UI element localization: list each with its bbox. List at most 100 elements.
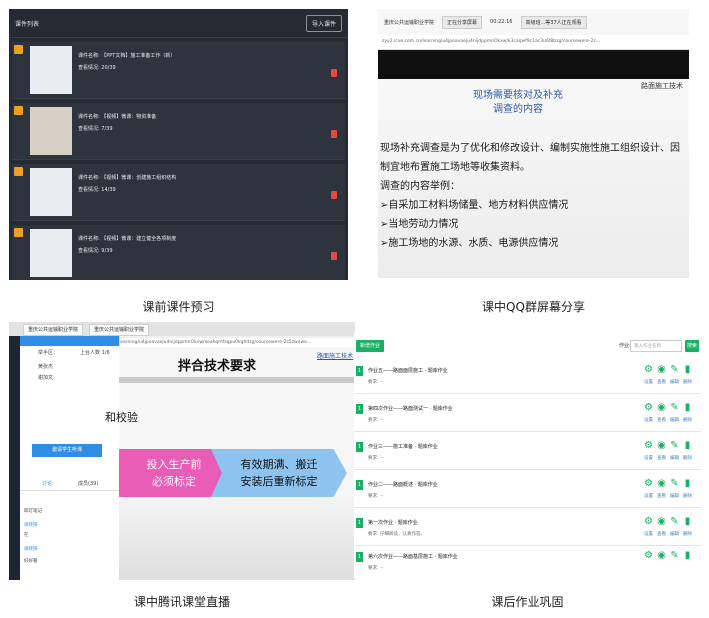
browser-tab[interactable]: 重庆公共运输职业学院 bbox=[23, 324, 84, 336]
settings-link[interactable]: 设置 bbox=[644, 379, 653, 385]
view-icon[interactable]: ◉ bbox=[657, 441, 666, 451]
import-courseware-button[interactable]: 导入课件 bbox=[305, 14, 342, 32]
edit-icon[interactable]: ✎ bbox=[670, 551, 679, 561]
view-icon[interactable]: ◉ bbox=[657, 517, 666, 527]
homework-requirement: 要求: -- bbox=[368, 380, 384, 385]
gear-icon[interactable]: ⚙ bbox=[644, 403, 653, 413]
courseware-item[interactable]: 课件名称: 【视频】微课：建立健全各项制度 查看情况: 9/39 bbox=[12, 225, 345, 280]
share-status[interactable]: 正在分享屏幕 bbox=[442, 15, 483, 29]
view-icon[interactable]: ◉ bbox=[657, 479, 666, 489]
address-bar[interactable]: learning/u4jpoavaeju4nijdppmnOkxw/xeahqm… bbox=[119, 338, 355, 347]
share-toolbar: 重庆公共运输职业学院 正在分享屏幕 00:22:16 高级班...等37人正在观… bbox=[378, 9, 689, 35]
settings-link[interactable]: 设置 bbox=[644, 493, 653, 499]
chat-message: 在 bbox=[24, 533, 29, 538]
status-badge bbox=[14, 45, 23, 54]
slide-divider bbox=[119, 377, 355, 383]
invite-student-button[interactable]: 邀请学生听课 bbox=[32, 444, 102, 457]
tab-members[interactable]: 成员(39) bbox=[78, 480, 98, 487]
trash-icon[interactable] bbox=[331, 252, 337, 260]
view-icon[interactable]: ◉ bbox=[657, 403, 666, 413]
trash-icon[interactable] bbox=[331, 69, 337, 77]
view-progress: 查看情况: 14/39 bbox=[78, 187, 116, 193]
view-icon[interactable]: ◉ bbox=[657, 365, 666, 375]
homework-name[interactable]: 作业二——路面概述 · 题库作业 bbox=[368, 481, 438, 488]
share-timer: 00:22:16 bbox=[490, 19, 513, 25]
search-input[interactable]: 输入作业名称 bbox=[630, 340, 682, 352]
homework-name[interactable]: 第六次作业——路面基层施工 · 题库作业 bbox=[368, 553, 458, 560]
homework-name[interactable]: 作业三——施工准备 · 题库作业 bbox=[368, 443, 438, 450]
delete-link[interactable]: 删除 bbox=[683, 379, 692, 385]
browser-tab[interactable]: 重庆公共运输职业学院 bbox=[89, 324, 150, 336]
edit-icon[interactable]: ✎ bbox=[670, 517, 679, 527]
delete-link[interactable]: 删除 bbox=[683, 417, 692, 423]
caption-homework: 课后作业巩固 bbox=[491, 595, 564, 609]
edit-link[interactable]: 编辑 bbox=[670, 455, 679, 461]
homework-toolbar: 新增作业 作业: 输入作业名称 搜索 bbox=[354, 333, 701, 355]
edit-icon[interactable]: ✎ bbox=[670, 479, 679, 489]
homework-name[interactable]: 第四次作业——路面测试一 · 题库作业 bbox=[368, 405, 453, 412]
trash-icon[interactable]: ▮ bbox=[683, 479, 692, 489]
homework-requirement: 要求: -- bbox=[368, 456, 384, 461]
arrow-text: 投入生产前 bbox=[146, 458, 202, 471]
homework-row: 1 作业三——施工准备 · 题库作业 要求: -- ⚙ ◉ ✎ ▮ 设置 查看 … bbox=[354, 439, 701, 470]
row-index: 1 bbox=[356, 404, 363, 414]
edit-link[interactable]: 编辑 bbox=[670, 493, 679, 499]
courseware-name: 课件名称: 【视频】微课：物资准备 bbox=[78, 114, 157, 120]
trash-icon[interactable]: ▮ bbox=[683, 403, 692, 413]
homework-panel: 新增作业 作业: 输入作业名称 搜索 1 作业五——路面面层施工 · 题库作业 … bbox=[354, 333, 701, 579]
view-link[interactable]: 查看 bbox=[657, 379, 666, 385]
trash-icon[interactable]: ▮ bbox=[683, 365, 692, 375]
homework-name[interactable]: 第一次作业 · 题库作业 bbox=[368, 519, 418, 526]
delete-link[interactable]: 删除 bbox=[683, 455, 692, 461]
trash-icon[interactable]: ▮ bbox=[683, 517, 692, 527]
arrow-text: 安装后重新标定 bbox=[240, 475, 318, 488]
student-name[interactable]: 黄张杰 bbox=[38, 363, 53, 370]
tab-discussion[interactable]: 讨论 bbox=[42, 480, 52, 487]
trash-icon[interactable]: ▮ bbox=[683, 551, 692, 561]
homework-name[interactable]: 作业五——路面面层施工 · 题库作业 bbox=[368, 367, 448, 374]
edit-icon[interactable]: ✎ bbox=[670, 441, 679, 451]
view-link[interactable]: 查看 bbox=[657, 531, 666, 537]
homework-requirement: 要求: -- bbox=[368, 494, 384, 499]
caption-qq-share: 课中QQ群屏幕分享 bbox=[482, 300, 585, 314]
student-name[interactable]: 谢加文 bbox=[38, 374, 53, 381]
delete-link[interactable]: 删除 bbox=[683, 531, 692, 537]
trash-icon[interactable] bbox=[331, 191, 337, 199]
edit-icon[interactable]: ✎ bbox=[670, 365, 679, 375]
courseware-item[interactable]: 课件名称: 【视频】微课：创建施工组织结构 查看情况: 14/39 bbox=[12, 164, 345, 221]
gear-icon[interactable]: ⚙ bbox=[644, 441, 653, 451]
trash-icon[interactable] bbox=[331, 130, 337, 138]
view-link[interactable]: 查看 bbox=[657, 493, 666, 499]
address-bar[interactable]: zyy2.icve.com.cn/learning/u4jpoavaeju4ni… bbox=[378, 35, 689, 50]
delete-link[interactable]: 删除 bbox=[683, 493, 692, 499]
gear-icon[interactable]: ⚙ bbox=[644, 551, 653, 561]
courseware-item[interactable]: 课件名称: 【视频】微课：物资准备 查看情况: 7/39 bbox=[12, 103, 345, 160]
video-bar bbox=[378, 50, 689, 80]
gear-icon[interactable]: ⚙ bbox=[644, 365, 653, 375]
edit-icon[interactable]: ✎ bbox=[670, 403, 679, 413]
gear-icon[interactable]: ⚙ bbox=[644, 479, 653, 489]
view-link[interactable]: 查看 bbox=[657, 417, 666, 423]
arrow-text: 必须标定 bbox=[152, 475, 196, 488]
gear-icon[interactable]: ⚙ bbox=[644, 517, 653, 527]
search-button[interactable]: 搜索 bbox=[685, 340, 699, 352]
status-badge bbox=[14, 228, 23, 237]
view-icon[interactable]: ◉ bbox=[657, 551, 666, 561]
edit-link[interactable]: 编辑 bbox=[670, 531, 679, 537]
row-actions: ⚙ ◉ ✎ ▮ bbox=[644, 551, 696, 577]
view-link[interactable]: 查看 bbox=[657, 455, 666, 461]
edit-link[interactable]: 编辑 bbox=[670, 379, 679, 385]
courseware-name: 课件名称: 【视频】微课：建立健全各项制度 bbox=[78, 236, 177, 242]
homework-row: 1 第四次作业——路面测试一 · 题库作业 要求: -- ⚙ ◉ ✎ ▮ 设置 … bbox=[354, 401, 701, 432]
trash-icon[interactable]: ▮ bbox=[683, 441, 692, 451]
view-progress: 查看情况: 20/39 bbox=[78, 65, 116, 71]
slide-text: 现场补充调查是为了优化和修改设计、编制实施性施工组织设计、因 bbox=[380, 143, 680, 154]
screen-share-panel: 重庆公共运输职业学院 正在分享屏幕 00:22:16 高级班...等37人正在观… bbox=[378, 9, 689, 278]
edit-link[interactable]: 编辑 bbox=[670, 417, 679, 423]
settings-link[interactable]: 设置 bbox=[644, 455, 653, 461]
courseware-item[interactable]: 课件名称: 【PPT文档】施工准备工作（新） 查看情况: 20/39 bbox=[12, 42, 345, 99]
new-homework-button[interactable]: 新增作业 bbox=[356, 340, 384, 352]
settings-link[interactable]: 设置 bbox=[644, 417, 653, 423]
settings-link[interactable]: 设置 bbox=[644, 531, 653, 537]
viewer-count: 高级班...等37人正在观看 bbox=[520, 15, 587, 29]
